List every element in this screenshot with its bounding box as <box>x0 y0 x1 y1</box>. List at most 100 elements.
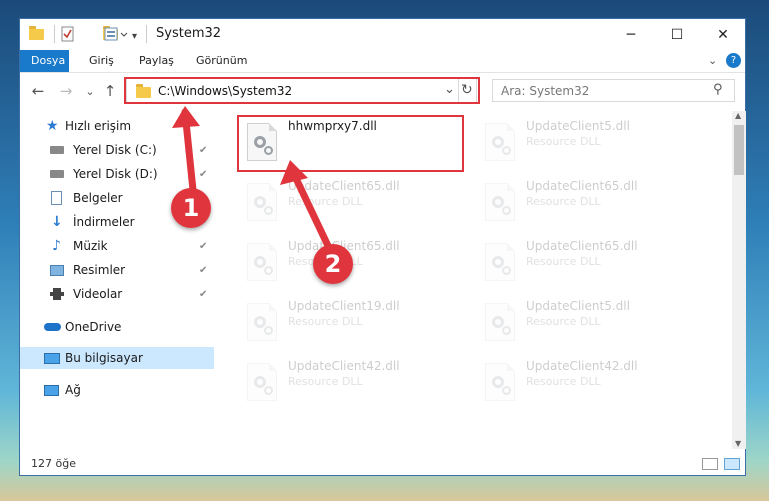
status-bar: 127 öğe <box>20 453 745 475</box>
dll-file-icon <box>485 183 515 221</box>
pin-icon[interactable]: ✔ <box>199 289 207 300</box>
dll-file-icon <box>485 123 515 161</box>
file-item[interactable]: UpdateClient65.dll Resource DLL <box>478 175 708 229</box>
maximize-button[interactable]: ☐ <box>654 19 700 50</box>
file-type: Resource DLL <box>288 375 363 388</box>
file-name: UpdateClient5.dll <box>526 299 630 313</box>
document-icon <box>51 191 62 205</box>
file-item[interactable]: UpdateClient65.dll Resource DLL <box>240 235 470 289</box>
file-name: UpdateClient42.dll <box>526 359 638 373</box>
navigation-bar: ← → ⌄ ↑ C:\Windows\System32 ⌄ ↻ Ara: Sys… <box>20 76 745 106</box>
file-type: Resource DLL <box>526 375 601 388</box>
sidebar-item-onedrive[interactable]: OneDrive <box>20 316 214 338</box>
pin-icon[interactable]: ✔ <box>199 145 207 156</box>
sidebar-item-local-disk-c[interactable]: Yerel Disk (C:) ✔ <box>20 139 214 161</box>
sidebar-item-label: Ağ <box>65 383 81 397</box>
file-type: Resource DLL <box>526 135 601 148</box>
quick-access-dropdown-icon[interactable]: ▾ <box>132 27 137 45</box>
file-type: Resource DLL <box>526 315 601 328</box>
file-item[interactable]: UpdateClient19.dll Resource DLL <box>240 295 470 349</box>
dll-file-icon <box>485 243 515 281</box>
sidebar-item-music[interactable]: ♪ Müzik ✔ <box>20 235 214 257</box>
sidebar-item-label: İndirmeler <box>73 215 135 229</box>
drive-icon <box>50 170 64 178</box>
scroll-up-icon[interactable]: ▲ <box>735 111 741 120</box>
divider <box>458 79 459 103</box>
explorer-window: ▾ System32 ─ ☐ ✕ Dosya Giriş Paylaş Görü… <box>19 18 746 476</box>
tab-view[interactable]: Görünüm <box>187 50 256 72</box>
dll-file-icon <box>485 363 515 401</box>
sidebar-item-this-pc[interactable]: Bu bilgisayar <box>20 347 214 369</box>
sidebar-item-pictures[interactable]: Resimler ✔ <box>20 259 214 281</box>
drive-icon <box>50 146 64 154</box>
minimize-button[interactable]: ─ <box>608 19 654 50</box>
dll-file-icon <box>247 243 277 281</box>
sidebar-item-quick-access[interactable]: ★ Hızlı erişim <box>20 115 214 137</box>
dll-file-icon <box>247 183 277 221</box>
divider <box>54 25 55 43</box>
dll-file-icon <box>485 303 515 341</box>
file-type: Resource DLL <box>526 195 601 208</box>
file-name: UpdateClient65.dll <box>526 239 638 253</box>
details-view-icon[interactable] <box>702 458 718 470</box>
sidebar-item-network[interactable]: Ağ <box>20 379 214 401</box>
back-button[interactable]: ← <box>28 81 48 101</box>
recent-locations-button[interactable]: ⌄ <box>80 81 100 101</box>
ribbon-tabs: Dosya Giriş Paylaş Görünüm ⌄ ? <box>20 50 745 73</box>
pin-icon[interactable]: ✔ <box>199 169 207 180</box>
dll-file-icon <box>247 123 277 161</box>
file-name: UpdateClient42.dll <box>288 359 400 373</box>
music-icon: ♪ <box>52 238 61 254</box>
sidebar-item-videos[interactable]: Videolar ✔ <box>20 283 214 305</box>
help-icon[interactable]: ? <box>726 53 741 68</box>
pictures-icon <box>50 264 64 276</box>
pin-icon[interactable]: ✔ <box>199 241 207 252</box>
close-button[interactable]: ✕ <box>700 19 746 50</box>
scroll-down-icon[interactable]: ▼ <box>735 439 741 448</box>
file-type: Resource DLL <box>526 255 601 268</box>
search-placeholder: Ara: System32 <box>501 84 590 98</box>
sidebar-item-label: Müzik <box>73 239 108 253</box>
file-item-highlighted[interactable]: hhwmprxy7.dll <box>240 115 470 169</box>
address-dropdown-icon[interactable]: ⌄ <box>444 82 455 97</box>
file-item[interactable]: UpdateClient42.dll Resource DLL <box>478 355 708 409</box>
customize-icon[interactable] <box>104 25 130 43</box>
file-type: Resource DLL <box>288 195 363 208</box>
sidebar-item-label: Bu bilgisayar <box>65 351 143 365</box>
window-title: System32 <box>156 26 222 41</box>
refresh-icon[interactable]: ↻ <box>461 82 473 98</box>
dll-file-icon <box>247 363 277 401</box>
file-item[interactable]: UpdateClient42.dll Resource DLL <box>240 355 470 409</box>
search-icon[interactable]: ⚲ <box>713 82 723 97</box>
file-list: hhwmprxy7.dll UpdateClient5.dll Resource… <box>216 111 732 449</box>
sidebar-item-label: OneDrive <box>65 320 122 334</box>
file-name: hhwmprxy7.dll <box>288 119 377 133</box>
file-item[interactable]: UpdateClient65.dll Resource DLL <box>240 175 470 229</box>
address-path: C:\Windows\System32 <box>158 84 293 98</box>
sidebar-item-local-disk-d[interactable]: Yerel Disk (D:) ✔ <box>20 163 214 185</box>
file-name: UpdateClient5.dll <box>526 119 630 133</box>
expand-ribbon-icon[interactable]: ⌄ <box>699 50 726 72</box>
large-icons-view-icon[interactable] <box>724 458 740 470</box>
tab-file[interactable]: Dosya <box>20 50 69 72</box>
star-icon: ★ <box>46 118 59 134</box>
up-button[interactable]: ↑ <box>100 81 120 101</box>
address-bar[interactable]: C:\Windows\System32 ⌄ ↻ <box>126 78 477 104</box>
tab-share[interactable]: Paylaş <box>130 50 183 72</box>
file-item[interactable]: UpdateClient5.dll Resource DLL <box>478 295 708 349</box>
forward-button[interactable]: → <box>56 81 76 101</box>
pin-icon[interactable]: ✔ <box>199 265 207 276</box>
vertical-scrollbar[interactable]: ▲ ▼ <box>732 111 746 449</box>
sidebar-item-label: Hızlı erişim <box>65 119 132 133</box>
tab-home[interactable]: Giriş <box>80 50 123 72</box>
file-item[interactable]: UpdateClient65.dll Resource DLL <box>478 235 708 289</box>
file-item[interactable]: UpdateClient5.dll Resource DLL <box>478 115 708 169</box>
search-box[interactable]: Ara: System32 ⚲ <box>492 79 735 102</box>
download-icon: ↓ <box>51 214 63 230</box>
scroll-thumb[interactable] <box>734 125 744 175</box>
file-name: UpdateClient65.dll <box>526 179 638 193</box>
computer-icon <box>44 352 60 364</box>
properties-icon[interactable] <box>61 25 75 43</box>
sidebar-item-label: Yerel Disk (D:) <box>73 167 158 181</box>
dll-file-icon <box>247 303 277 341</box>
